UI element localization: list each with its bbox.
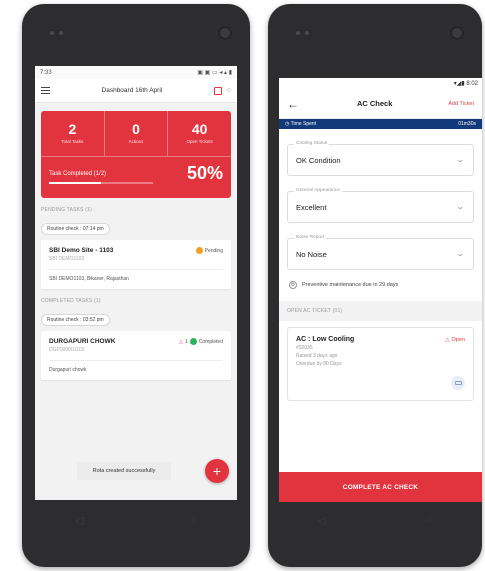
ticket-status-text: Open bbox=[451, 337, 465, 343]
task-completed-label: Task Completed (1/2) bbox=[49, 171, 107, 177]
warning-icon: △ bbox=[445, 337, 450, 343]
field-value: Excellent bbox=[296, 203, 327, 212]
ticket-status: △ Open bbox=[445, 337, 465, 343]
completed-tasks-title: COMPLETED TASKS (1) bbox=[41, 298, 101, 304]
alert-count: 1 bbox=[185, 338, 188, 345]
maintenance-text: Preventive maintenance due in 29 days bbox=[302, 282, 399, 288]
status-bar: 7:33 ▣ ▣ ▭ ◂ ▴ ▮ bbox=[35, 66, 237, 79]
field-value: OK Condition bbox=[296, 156, 341, 165]
warning-icon: △ bbox=[179, 338, 184, 345]
camera-icon bbox=[218, 26, 232, 40]
site-name: SBI Demo Site - 1103 bbox=[49, 247, 114, 254]
pending-task-card[interactable]: SBI Demo Site - 1103 Pending SBI DEMO110… bbox=[41, 240, 231, 289]
time-spent-label: Time Spent bbox=[290, 121, 317, 127]
status-time: 7:33 bbox=[40, 69, 52, 76]
stat-actions[interactable]: 0 Actions bbox=[105, 111, 169, 156]
stat-value: 40 bbox=[191, 121, 208, 137]
field-label: Cooling Status bbox=[294, 141, 330, 146]
site-code: DGP000001103 bbox=[49, 347, 85, 353]
progress-fill bbox=[49, 182, 101, 184]
stat-value: 2 bbox=[68, 121, 77, 137]
pending-routine-chip[interactable]: Routine check : 07:14 pm bbox=[41, 223, 110, 235]
speaker-dots bbox=[50, 31, 63, 35]
device-icon[interactable] bbox=[451, 376, 465, 390]
home-nav-icon[interactable]: ○ bbox=[426, 514, 433, 527]
status-text: Pending bbox=[204, 247, 223, 254]
ticket-id: #32035 bbox=[296, 345, 313, 351]
stats-row: 2 Total Tasks 0 Actions 40 Open Tickets bbox=[41, 111, 231, 157]
nav-buttons: ◁ ○ bbox=[22, 514, 250, 527]
ac-check-screen: ▾◢▮ 8:02 ← AC Check Add Ticket ◷ Time Sp… bbox=[279, 78, 482, 502]
summary-card: 2 Total Tasks 0 Actions 40 Open Tickets … bbox=[41, 111, 231, 198]
home-nav-icon[interactable]: ○ bbox=[190, 514, 197, 527]
stat-total-tasks[interactable]: 2 Total Tasks bbox=[41, 111, 105, 156]
status-time: 8:02 bbox=[466, 80, 478, 87]
app-bar: ← AC Check Add Ticket bbox=[279, 89, 482, 119]
chevron-down-icon: ⌄ bbox=[455, 202, 466, 211]
cooling-status-select[interactable]: Cooling Status OK Condition ⌄ bbox=[287, 141, 474, 176]
time-spent-value: 01m30s bbox=[458, 121, 476, 127]
back-arrow-icon[interactable]: ← bbox=[287, 97, 301, 111]
pending-clock-icon bbox=[195, 247, 203, 254]
task-completed-percent: 50% bbox=[186, 163, 223, 183]
general-appearance-select[interactable]: General Appearance Excellent ⌄ bbox=[287, 188, 474, 223]
back-nav-icon[interactable]: ◁ bbox=[75, 514, 83, 527]
menu-icon[interactable] bbox=[41, 87, 50, 94]
status-bar: ▾◢▮ 8:02 bbox=[279, 78, 482, 89]
phone-right: ▾◢▮ 8:02 ← AC Check Add Ticket ◷ Time Sp… bbox=[268, 4, 482, 567]
ticket-overdue: Overdue by 80 Days bbox=[296, 361, 342, 367]
nav-buttons: ◁ ○ bbox=[268, 514, 482, 527]
site-code: SBI DEMO1103 bbox=[49, 256, 85, 262]
stat-value: 0 bbox=[132, 121, 140, 137]
status-text: Completed bbox=[198, 338, 223, 345]
phone-left: 7:33 ▣ ▣ ▭ ◂ ▴ ▮ Dashboard 16th April ○ … bbox=[22, 4, 250, 567]
stat-label: Actions bbox=[128, 139, 144, 144]
ticket-title: AC : Low Cooling bbox=[296, 336, 355, 343]
task-progress: Task Completed (1/2) 50% bbox=[41, 157, 231, 184]
page-title[interactable]: Dashboard 16th April bbox=[50, 87, 214, 94]
field-value: No Noise bbox=[296, 250, 327, 259]
noise-report-select[interactable]: Noise Report No Noise ⌄ bbox=[287, 235, 474, 270]
complete-ac-check-button[interactable]: COMPLETE AC CHECK bbox=[279, 472, 482, 502]
site-name: DURGAPURI CHOWK bbox=[49, 338, 116, 345]
chevron-down-icon: ⌄ bbox=[455, 249, 466, 258]
status-badge: Pending bbox=[195, 247, 223, 254]
speaker-dots bbox=[296, 31, 309, 35]
toast-message: Rota created successfully bbox=[77, 462, 171, 480]
stat-label: Total Tasks bbox=[61, 139, 84, 144]
signal-icon: ▾◢▮ bbox=[453, 81, 467, 87]
add-fab-button[interactable]: + bbox=[205, 459, 229, 483]
open-tickets-title: OPEN AC TICKET (01) bbox=[279, 301, 482, 321]
chevron-down-icon: ⌄ bbox=[455, 155, 466, 164]
check-circle-icon bbox=[189, 338, 197, 345]
ticket-raised: Raised 3 days ago bbox=[296, 353, 338, 359]
completed-task-card[interactable]: DURGAPURI CHOWK △ 1 Completed DGP0000011… bbox=[41, 331, 231, 380]
camera-icon bbox=[450, 26, 464, 40]
stat-open-tickets[interactable]: 40 Open Tickets bbox=[168, 111, 231, 156]
notification-icon[interactable]: ○ bbox=[227, 87, 231, 94]
progress-bar bbox=[49, 182, 153, 184]
add-ticket-button[interactable]: Add Ticket bbox=[448, 101, 474, 107]
pending-tasks-title: PENDING TASKS (1) bbox=[41, 207, 93, 213]
field-label: Noise Report bbox=[294, 235, 326, 240]
back-nav-icon[interactable]: ◁ bbox=[318, 514, 326, 527]
site-location: SBI DEMO1103, Bikaner, Rajasthan bbox=[49, 269, 223, 282]
time-spent-bar: ◷ Time Spent 01m30s bbox=[279, 119, 482, 129]
status-badge: △ 1 Completed bbox=[179, 338, 223, 345]
page-title: AC Check bbox=[356, 99, 393, 108]
calendar-icon[interactable] bbox=[213, 86, 222, 95]
maintenance-icon: ⚙ bbox=[289, 281, 297, 289]
ticket-card[interactable]: AC : Low Cooling #32035 Raised 3 days ag… bbox=[287, 327, 474, 401]
stage: 7:33 ▣ ▣ ▭ ◂ ▴ ▮ Dashboard 16th April ○ … bbox=[0, 0, 485, 571]
site-location: Durgapuri chowk bbox=[49, 360, 223, 373]
field-label: General Appearance bbox=[294, 188, 343, 193]
app-bar: Dashboard 16th April ○ bbox=[35, 79, 237, 103]
status-icons: ▣ ▣ ▭ ◂ ▴ ▮ bbox=[197, 70, 232, 76]
completed-routine-chip[interactable]: Routine check : 03:52 pm bbox=[41, 314, 110, 326]
stat-label: Open Tickets bbox=[186, 139, 213, 144]
maintenance-hint: ⚙ Preventive maintenance due in 29 days bbox=[289, 281, 472, 289]
dashboard-screen: 7:33 ▣ ▣ ▭ ◂ ▴ ▮ Dashboard 16th April ○ … bbox=[35, 66, 237, 500]
